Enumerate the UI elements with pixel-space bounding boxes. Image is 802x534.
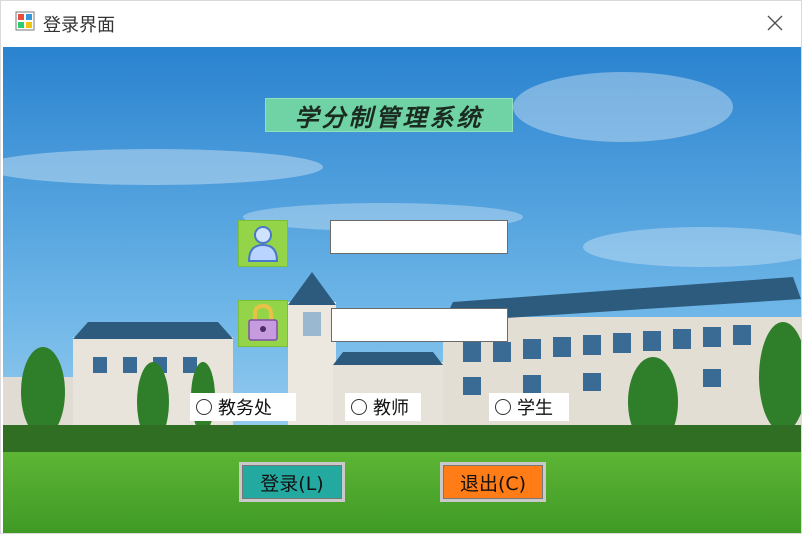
username-input[interactable] (330, 220, 508, 254)
login-button[interactable]: 登录(L) (239, 462, 345, 502)
radio-icon[interactable] (351, 399, 367, 415)
login-window: 登录界面 学分制管理系统 教务处 教师 学生 登录(L) 退出(C) (0, 0, 802, 534)
radio-icon[interactable] (495, 399, 511, 415)
exit-button-label: 退出(C) (443, 465, 543, 499)
role-radio-teacher[interactable]: 教师 (345, 393, 421, 421)
close-icon (767, 15, 783, 31)
role-label: 教务处 (218, 398, 272, 419)
close-button[interactable] (761, 9, 789, 37)
system-title: 学分制管理系统 (265, 98, 513, 132)
lock-icon (238, 300, 288, 347)
role-radio-student[interactable]: 学生 (489, 393, 569, 421)
window-title: 登录界面 (43, 15, 115, 36)
login-button-label: 登录(L) (242, 465, 342, 499)
radio-icon[interactable] (196, 399, 212, 415)
user-icon (238, 220, 288, 267)
exit-button[interactable]: 退出(C) (440, 462, 546, 502)
role-label: 学生 (517, 398, 553, 419)
password-input[interactable] (331, 308, 508, 342)
role-radio-academic-affairs[interactable]: 教务处 (190, 393, 296, 421)
login-panel: 学分制管理系统 教务处 教师 学生 登录(L) 退出(C) (3, 47, 801, 533)
title-bar: 登录界面 (1, 1, 801, 45)
app-icon (15, 11, 35, 31)
role-label: 教师 (373, 398, 409, 419)
